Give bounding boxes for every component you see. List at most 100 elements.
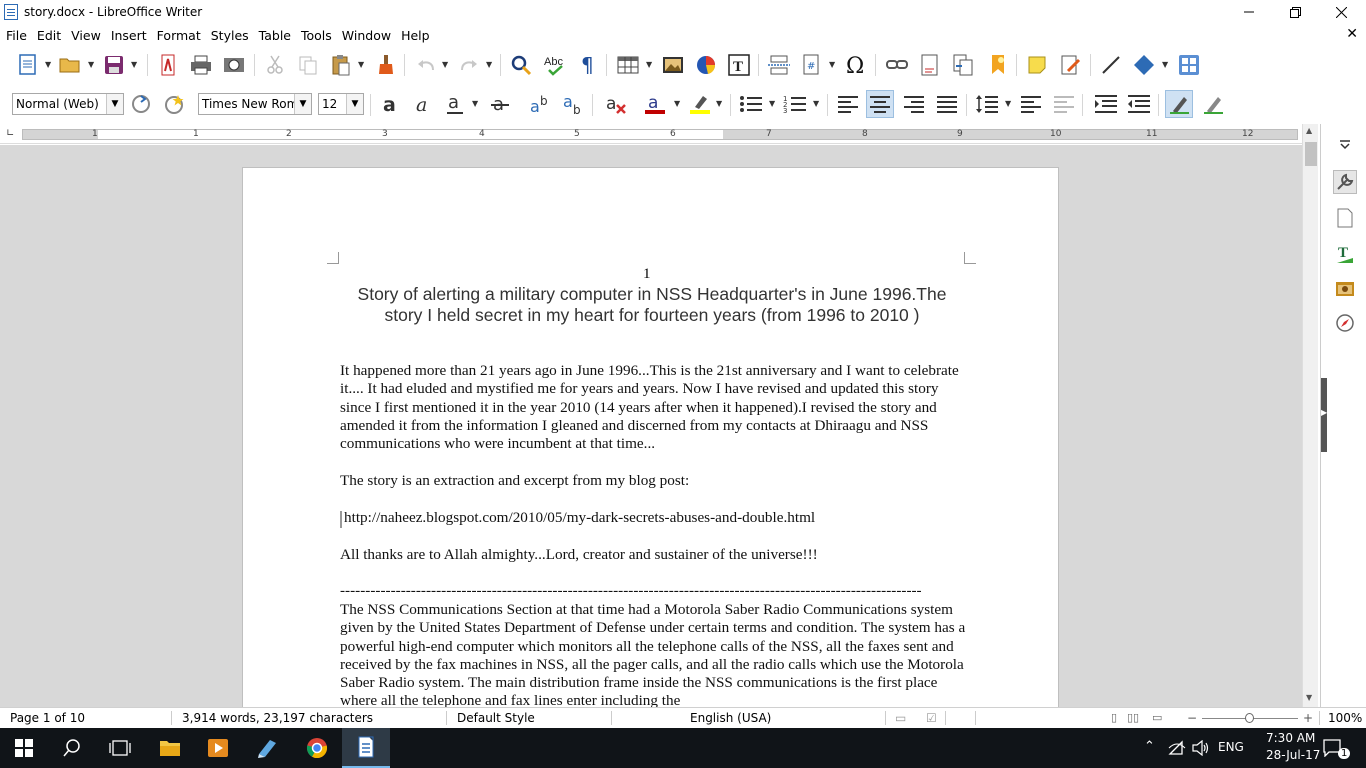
navigator-icon[interactable] xyxy=(1333,311,1357,335)
page-count[interactable]: Page 1 of 10 xyxy=(10,711,85,725)
page-style[interactable]: Default Style xyxy=(457,711,535,725)
open-folder-icon[interactable] xyxy=(56,51,84,79)
increase-paragraph-spacing-icon[interactable] xyxy=(1017,90,1045,118)
menu-insert[interactable]: Insert xyxy=(106,28,152,43)
decrease-paragraph-spacing-icon[interactable] xyxy=(1050,90,1078,118)
line-spacing-icon[interactable] xyxy=(973,90,1001,118)
decrease-indent-icon[interactable] xyxy=(1125,90,1153,118)
menu-styles[interactable]: Styles xyxy=(206,28,254,43)
export-pdf-icon[interactable] xyxy=(154,51,182,79)
chrome-icon[interactable] xyxy=(293,728,341,768)
insert-comment-icon[interactable] xyxy=(1023,51,1051,79)
insert-bookmark-icon[interactable] xyxy=(984,51,1012,79)
document-modified-icon[interactable]: ☑ xyxy=(926,711,937,725)
document-workspace[interactable]: 1 Story of alerting a military computer … xyxy=(0,145,1302,707)
zoom-in-icon[interactable]: + xyxy=(1303,711,1313,725)
font-size-combo[interactable]: 12 ▼ xyxy=(318,93,364,115)
chevron-down-icon[interactable]: ▼ xyxy=(442,60,448,69)
italic-icon[interactable]: a xyxy=(409,90,437,118)
styles-icon[interactable]: T xyxy=(1333,242,1357,266)
copy-icon[interactable] xyxy=(294,51,322,79)
insert-chart-icon[interactable] xyxy=(692,51,720,79)
task-view-icon[interactable] xyxy=(96,728,144,768)
text-direction-ltr-icon[interactable] xyxy=(1165,90,1193,118)
insert-field-icon[interactable]: # xyxy=(798,51,826,79)
menu-edit[interactable]: Edit xyxy=(32,28,66,43)
new-document-icon[interactable] xyxy=(14,51,42,79)
sidebar-collapse-handle[interactable]: ▶ xyxy=(1321,378,1327,452)
vertical-scrollbar[interactable]: ▲ ▼ xyxy=(1302,124,1318,707)
basic-shapes-icon[interactable] xyxy=(1130,51,1158,79)
find-replace-icon[interactable] xyxy=(507,51,535,79)
chevron-down-icon[interactable]: ▼ xyxy=(716,99,722,108)
track-changes-icon[interactable] xyxy=(1057,51,1085,79)
book-view-icon[interactable]: ▭ xyxy=(1152,711,1162,724)
gallery-icon[interactable] xyxy=(1333,276,1357,300)
insert-mode-icon[interactable]: ▭ xyxy=(895,711,906,725)
bold-icon[interactable]: a xyxy=(376,90,404,118)
insert-cross-reference-icon[interactable] xyxy=(949,51,977,79)
chevron-down-icon[interactable]: ▼ xyxy=(106,94,123,114)
close-document-icon[interactable]: ✕ xyxy=(1346,26,1358,42)
file-explorer-icon[interactable] xyxy=(146,728,194,768)
word-count[interactable]: 3,914 words, 23,197 characters xyxy=(182,711,373,725)
numbered-list-icon[interactable]: 123 xyxy=(781,90,809,118)
superscript-icon[interactable]: ab xyxy=(526,90,554,118)
paragraph[interactable]: It happened more than 21 years ago in Ju… xyxy=(340,362,970,453)
subscript-icon[interactable]: ab xyxy=(559,90,587,118)
chevron-down-icon[interactable]: ▼ xyxy=(346,94,363,114)
redo-icon[interactable] xyxy=(455,51,483,79)
zoom-level[interactable]: 100% xyxy=(1328,711,1362,725)
insert-hyperlink-icon[interactable] xyxy=(883,51,911,79)
network-wifi-icon[interactable] xyxy=(1168,740,1186,759)
insert-special-character-icon[interactable]: Ω xyxy=(842,51,870,79)
chevron-down-icon[interactable]: ▼ xyxy=(1005,99,1011,108)
chevron-down-icon[interactable]: ▼ xyxy=(674,99,680,108)
volume-icon[interactable] xyxy=(1192,739,1210,759)
chevron-down-icon[interactable]: ▼ xyxy=(358,60,364,69)
restore-button[interactable] xyxy=(1272,0,1318,24)
insert-table-icon[interactable] xyxy=(614,51,642,79)
notepad-app-icon[interactable] xyxy=(243,728,291,768)
menu-format[interactable]: Format xyxy=(152,28,206,43)
paragraph-style-combo[interactable]: Normal (Web) ▼ xyxy=(12,93,124,115)
insert-page-break-icon[interactable] xyxy=(765,51,793,79)
chevron-down-icon[interactable]: ▼ xyxy=(646,60,652,69)
chevron-down-icon[interactable]: ▼ xyxy=(88,60,94,69)
menu-file[interactable]: File xyxy=(0,28,32,43)
show-hidden-icons-icon[interactable]: ⌃ xyxy=(1144,739,1155,754)
input-language[interactable]: ENG xyxy=(1218,740,1244,754)
media-player-icon[interactable] xyxy=(194,728,242,768)
properties-icon[interactable] xyxy=(1333,170,1357,194)
start-button[interactable] xyxy=(0,728,48,768)
insert-image-icon[interactable] xyxy=(659,51,687,79)
draw-functions-icon[interactable] xyxy=(1175,51,1203,79)
underline-icon[interactable]: a xyxy=(441,90,469,118)
strikethrough-icon[interactable]: a xyxy=(486,90,514,118)
scrollbar-thumb[interactable] xyxy=(1305,142,1317,166)
scroll-down-icon[interactable]: ▼ xyxy=(1306,693,1312,702)
paragraph[interactable]: The NSS Communications Section at that t… xyxy=(340,601,970,707)
search-icon[interactable] xyxy=(48,728,96,768)
menu-window[interactable]: Window xyxy=(337,28,396,43)
scroll-up-icon[interactable]: ▲ xyxy=(1306,126,1312,135)
formatting-marks-icon[interactable]: ¶ xyxy=(574,51,602,79)
language[interactable]: English (USA) xyxy=(690,711,771,725)
paragraph[interactable]: All thanks are to Allah almighty...Lord,… xyxy=(340,546,970,564)
bullet-list-icon[interactable] xyxy=(737,90,765,118)
chevron-down-icon[interactable]: ▼ xyxy=(294,94,311,114)
align-left-icon[interactable] xyxy=(834,90,862,118)
menu-view[interactable]: View xyxy=(66,28,106,43)
single-page-view-icon[interactable]: ▯ xyxy=(1111,711,1117,724)
save-icon[interactable] xyxy=(100,51,128,79)
justify-icon[interactable] xyxy=(933,90,961,118)
insert-text-box-icon[interactable]: T xyxy=(725,51,753,79)
multi-page-view-icon[interactable]: ▯▯ xyxy=(1127,711,1139,724)
chevron-down-icon[interactable]: ▼ xyxy=(45,60,51,69)
print-icon[interactable] xyxy=(187,51,215,79)
font-color-icon[interactable]: a xyxy=(641,90,669,118)
chevron-down-icon[interactable]: ▼ xyxy=(131,60,137,69)
clone-formatting-icon[interactable] xyxy=(372,51,400,79)
page-icon[interactable] xyxy=(1333,206,1357,230)
zoom-out-icon[interactable]: − xyxy=(1187,711,1197,725)
